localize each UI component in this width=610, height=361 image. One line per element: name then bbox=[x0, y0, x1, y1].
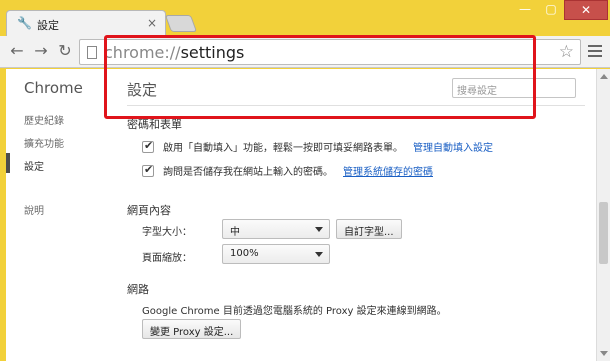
tab-settings[interactable]: 🔧 設定 × bbox=[6, 10, 166, 36]
url-path: settings bbox=[180, 43, 245, 62]
new-tab-button[interactable] bbox=[164, 15, 198, 32]
sidebar-item-help[interactable]: 說明 bbox=[24, 202, 44, 217]
address-bar[interactable]: chrome://settings ☆ bbox=[79, 39, 581, 65]
font-size-value: 中 bbox=[230, 227, 240, 238]
change-proxy-button[interactable]: 變更 Proxy 設定... bbox=[142, 319, 242, 339]
sidebar-active-indicator bbox=[6, 153, 10, 173]
scroll-up-icon[interactable] bbox=[600, 74, 608, 79]
proxy-description: Google Chrome 目前透過您電腦系統的 Proxy 設定來連線到網路。 bbox=[142, 306, 447, 317]
search-settings-input[interactable]: 搜尋設定 bbox=[452, 78, 576, 98]
vertical-scrollbar[interactable] bbox=[596, 69, 610, 361]
forward-button[interactable]: → bbox=[30, 40, 52, 62]
sidebar: Chrome 歷史紀錄 擴充功能 設定 說明 bbox=[6, 69, 110, 361]
sidebar-item-settings[interactable]: 設定 bbox=[24, 158, 44, 173]
passwords-section-heading: 密碼和表單 bbox=[127, 118, 182, 131]
font-size-label: 字型大小： bbox=[142, 227, 192, 238]
scroll-down-icon[interactable] bbox=[600, 351, 608, 356]
scroll-thumb[interactable] bbox=[599, 202, 608, 264]
minimize-button[interactable]: — bbox=[512, 0, 538, 20]
browser-window: 🔧 設定 × — ▢ ✕ ← → ↻ chrome://settings ☆ C… bbox=[0, 0, 610, 361]
title-bar: 🔧 設定 × — ▢ ✕ bbox=[0, 0, 610, 36]
sidebar-brand: Chrome bbox=[24, 79, 83, 97]
tab-title: 設定 bbox=[37, 19, 59, 32]
wrench-icon: 🔧 bbox=[17, 16, 32, 30]
save-passwords-checkbox[interactable] bbox=[142, 163, 154, 177]
save-passwords-label: 詢問是否儲存我在網站上輸入的密碼。 bbox=[163, 167, 333, 178]
sidebar-item-history[interactable]: 歷史紀錄 bbox=[24, 112, 64, 127]
bookmark-star-icon[interactable]: ☆ bbox=[559, 42, 574, 62]
customize-fonts-button[interactable]: 自訂字型... bbox=[336, 219, 402, 239]
web-content-section-heading: 網頁內容 bbox=[127, 204, 171, 217]
back-button[interactable]: ← bbox=[6, 40, 28, 62]
url-scheme: chrome:// bbox=[104, 43, 181, 62]
page-title: 設定 bbox=[127, 81, 158, 99]
manage-autofill-link[interactable]: 管理自動填入設定 bbox=[413, 139, 493, 154]
title-divider bbox=[127, 105, 585, 106]
window-controls: — ▢ ✕ bbox=[512, 0, 608, 22]
autofill-checkbox[interactable] bbox=[142, 139, 154, 153]
page-icon bbox=[87, 46, 97, 59]
page-zoom-label: 頁面縮放： bbox=[142, 253, 192, 264]
menu-icon[interactable] bbox=[586, 42, 604, 60]
network-section-heading: 網路 bbox=[127, 283, 149, 296]
toolbar: ← → ↻ chrome://settings ☆ bbox=[0, 36, 610, 68]
reload-button[interactable]: ↻ bbox=[54, 40, 76, 62]
autofill-row: 啟用「自動填入」功能，輕鬆一按即可填妥網路表單。 管理自動填入設定 bbox=[142, 139, 493, 154]
page-zoom-select[interactable]: 100% bbox=[222, 244, 330, 264]
settings-page: Chrome 歷史紀錄 擴充功能 設定 說明 設定 搜尋設定 密碼和表單 啟用「… bbox=[6, 69, 596, 361]
page-zoom-value: 100% bbox=[230, 248, 259, 259]
font-size-select[interactable]: 中 bbox=[222, 219, 330, 239]
chevron-down-icon bbox=[315, 227, 323, 232]
save-passwords-row: 詢問是否儲存我在網站上輸入的密碼。 管理系統儲存的密碼 bbox=[142, 163, 433, 178]
manage-passwords-link[interactable]: 管理系統儲存的密碼 bbox=[343, 163, 433, 178]
maximize-button[interactable]: ▢ bbox=[538, 0, 564, 20]
sidebar-item-extensions[interactable]: 擴充功能 bbox=[24, 135, 64, 150]
close-button[interactable]: ✕ bbox=[564, 0, 608, 20]
chevron-down-icon bbox=[315, 252, 323, 257]
tab-close-icon[interactable]: × bbox=[147, 16, 157, 30]
settings-main: 設定 搜尋設定 密碼和表單 啟用「自動填入」功能，輕鬆一按即可填妥網路表單。 管… bbox=[110, 69, 596, 361]
url-text: chrome://settings bbox=[104, 43, 244, 62]
autofill-label: 啟用「自動填入」功能，輕鬆一按即可填妥網路表單。 bbox=[163, 143, 403, 154]
